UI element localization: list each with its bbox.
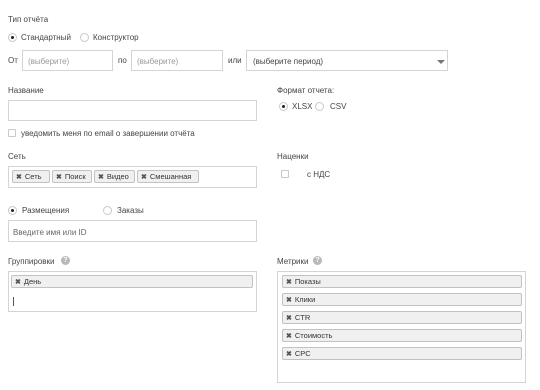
chevron-down-icon	[437, 60, 445, 64]
report-name-input[interactable]	[8, 100, 257, 121]
tag-label: Поиск	[64, 172, 86, 181]
radio-standard[interactable]	[8, 33, 17, 42]
date-to-input[interactable]: (выберите)	[131, 50, 223, 71]
tag-impressions[interactable]: ✖ Показы	[282, 275, 522, 288]
remove-x-icon[interactable]: ✖	[286, 333, 292, 340]
remove-x-icon[interactable]: ✖	[141, 174, 147, 181]
tag-label: Показы	[294, 277, 321, 286]
tag-label: CTR	[294, 313, 311, 322]
tag-cpc[interactable]: ✖ CPC	[282, 347, 522, 360]
report-format-label: Формат отчета:	[277, 86, 335, 95]
question-circle-icon[interactable]: ?	[61, 256, 70, 265]
vat-label[interactable]: с НДС	[307, 170, 330, 179]
radio-constructor[interactable]	[80, 33, 89, 42]
remove-x-icon[interactable]: ✖	[286, 297, 292, 304]
tag-label: CPC	[294, 349, 311, 358]
radio-csv[interactable]	[315, 102, 324, 111]
tag-label: День	[23, 277, 42, 286]
tag-search[interactable]: ✖ Поиск	[52, 170, 92, 183]
report-type-label: Тип отчёта	[8, 15, 49, 24]
markups-label: Наценки	[277, 152, 309, 161]
radio-constructor-label[interactable]: Конструктор	[93, 33, 139, 42]
period-from-label: От	[8, 56, 18, 65]
notify-email-checkbox[interactable]	[8, 129, 16, 137]
metrics-tag-field[interactable]: ✖ Показы ✖ Клики ✖ CTR ✖ Стоимость ✖ CPC	[277, 271, 526, 383]
vat-checkbox[interactable]	[281, 170, 289, 178]
tag-mixed[interactable]: ✖ Смешанная	[137, 170, 199, 183]
metrics-label: Метрики	[277, 257, 309, 266]
tag-ctr[interactable]: ✖ CTR	[282, 311, 522, 324]
radio-csv-label[interactable]: CSV	[330, 102, 346, 111]
date-from-input[interactable]: (выберите)	[22, 50, 113, 71]
tag-label: Стоимость	[294, 331, 333, 340]
radio-xlsx-label[interactable]: XLSX	[292, 102, 312, 111]
period-or-label: или	[228, 56, 242, 65]
groupings-label: Группировки	[8, 257, 55, 266]
period-to-label: по	[118, 56, 127, 65]
radio-orders[interactable]	[103, 206, 112, 215]
placement-search-input[interactable]: Введите имя или ID	[8, 220, 257, 242]
radio-xlsx[interactable]	[279, 102, 288, 111]
placement-search-placeholder: Введите имя или ID	[13, 228, 87, 237]
remove-x-icon[interactable]: ✖	[286, 279, 292, 286]
tag-clicks[interactable]: ✖ Клики	[282, 293, 522, 306]
tag-cost[interactable]: ✖ Стоимость	[282, 329, 522, 342]
question-circle-icon[interactable]: ?	[313, 256, 322, 265]
tag-video[interactable]: ✖ Видео	[94, 170, 135, 183]
period-preset-value: (выберите период)	[253, 57, 324, 66]
remove-x-icon[interactable]: ✖	[16, 174, 22, 181]
tag-label: Сеть	[24, 172, 42, 181]
notify-email-label[interactable]: уведомить меня по email о завершении отч…	[21, 129, 195, 138]
network-tag-field[interactable]: ✖ Сеть ✖ Поиск ✖ Видео ✖ Смешанная	[8, 166, 257, 188]
remove-x-icon[interactable]: ✖	[286, 351, 292, 358]
text-cursor	[13, 297, 14, 306]
tag-label: Клики	[294, 295, 316, 304]
remove-x-icon[interactable]: ✖	[286, 315, 292, 322]
tag-day[interactable]: ✖ День	[11, 275, 253, 288]
remove-x-icon[interactable]: ✖	[56, 174, 62, 181]
date-to-placeholder: (выберите)	[137, 57, 179, 66]
date-from-placeholder: (выберите)	[28, 57, 70, 66]
radio-standard-label[interactable]: Стандартный	[21, 33, 71, 42]
network-label: Сеть	[8, 152, 26, 161]
radio-orders-label[interactable]: Заказы	[117, 206, 144, 215]
tag-network[interactable]: ✖ Сеть	[12, 170, 50, 183]
remove-x-icon[interactable]: ✖	[15, 279, 21, 286]
period-preset-select[interactable]: (выберите период)	[246, 50, 448, 71]
radio-placements[interactable]	[8, 206, 17, 215]
tag-label: Видео	[106, 172, 129, 181]
remove-x-icon[interactable]: ✖	[98, 174, 104, 181]
radio-placements-label[interactable]: Размещения	[22, 206, 69, 215]
tag-label: Смешанная	[149, 172, 192, 181]
groupings-tag-field[interactable]: ✖ День	[8, 271, 257, 312]
name-label: Название	[8, 86, 44, 95]
